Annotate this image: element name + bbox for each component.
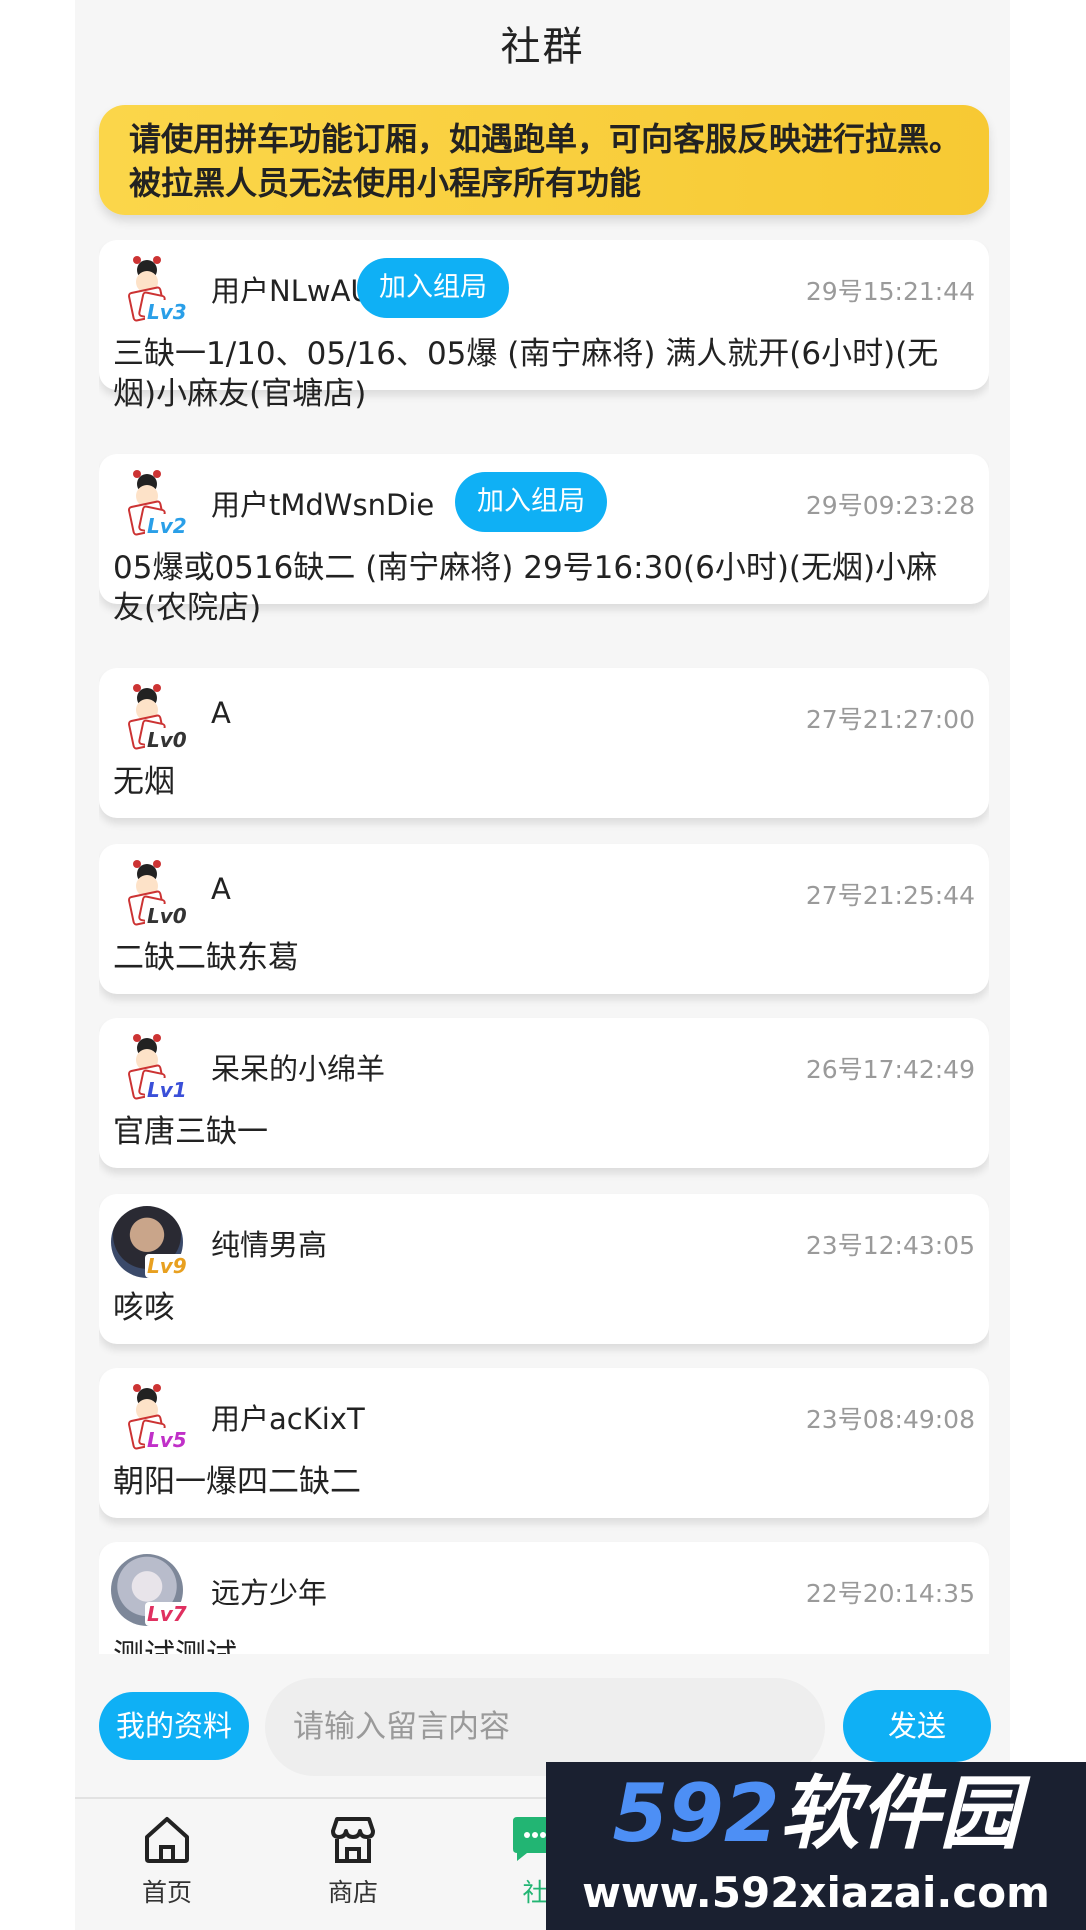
post-content: 测试测试 (113, 1636, 949, 1654)
post-time: 22号20:14:35 (805, 1579, 975, 1608)
page-title: 社群 (500, 24, 585, 70)
post-content: 无烟 (113, 764, 175, 800)
avatar[interactable]: Lv0 (111, 856, 189, 928)
post-card[interactable]: Lv7 远方少年 22号20:14:35 测试测试 (99, 1542, 989, 1654)
tab-shop-label: 商店 (327, 1878, 378, 1907)
post-time: 23号12:43:05 (805, 1231, 975, 1260)
post-time: 29号15:21:44 (805, 277, 975, 306)
post-time: 27号21:25:44 (805, 881, 975, 910)
avatar[interactable]: Lv9 (111, 1206, 189, 1278)
tab-home[interactable]: 首页 (107, 1811, 227, 1921)
tab-home-label: 首页 (141, 1878, 192, 1907)
post-card[interactable]: Lv9 纯情男高 23号12:43:05 咳咳 (99, 1194, 989, 1344)
username: A (211, 696, 231, 730)
username: 呆呆的小绵羊 (211, 1052, 386, 1086)
shop-icon (331, 1817, 375, 1863)
avatar[interactable]: Lv5 (111, 1380, 189, 1452)
username: 用户acKixT (211, 1402, 365, 1436)
post-content: 二缺二缺东葛 (113, 940, 299, 976)
level-badge: Lv0 (145, 728, 189, 752)
avatar[interactable]: Lv7 (111, 1554, 189, 1626)
username: A (211, 872, 231, 906)
home-icon (145, 1817, 189, 1863)
my-profile-button[interactable]: 我的资料 (99, 1692, 249, 1760)
notice-banner: 请使用拼车功能订厢，如遇跑单，可向客服反映进行拉黑。被拉黑人员无法使用小程序所有… (99, 105, 989, 215)
post-card[interactable]: Lv0 A 27号21:27:00 无烟 (99, 668, 989, 818)
post-time: 23号08:49:08 (805, 1405, 975, 1434)
tab-shop[interactable]: 商店 (293, 1811, 413, 1921)
watermark-number: 592 (612, 1767, 780, 1860)
post-content: 朝阳一爆四二缺二 (113, 1464, 361, 1500)
watermark-url: www.592xiazai.com (582, 1868, 1050, 1917)
join-group-button[interactable]: 加入组局 (455, 472, 607, 532)
post-content: 三缺一1/10、05/16、05爆 (南宁麻将) 满人就开(6小时)(无烟)小麻… (113, 336, 939, 412)
avatar[interactable]: Lv0 (111, 680, 189, 752)
post-card[interactable]: Lv0 A 27号21:25:44 二缺二缺东葛 (99, 844, 989, 994)
post-time: 27号21:27:00 (805, 705, 975, 734)
post-list[interactable]: Lv3 用户NLwAUo 加入组局 29号15:21:44 三缺一1/10、05… (99, 240, 989, 1654)
join-group-button[interactable]: 加入组局 (357, 258, 509, 318)
post-card[interactable]: Lv5 用户acKixT 23号08:49:08 朝阳一爆四二缺二 (99, 1368, 989, 1518)
avatar[interactable]: Lv3 (111, 252, 189, 324)
post-card[interactable]: Lv1 呆呆的小绵羊 26号17:42:49 官唐三缺一 (99, 1018, 989, 1168)
app-frame: 社群 请使用拼车功能订厢，如遇跑单，可向客服反映进行拉黑。被拉黑人员无法使用小程… (75, 0, 1010, 1930)
watermark-brand: 软件园 (779, 1767, 1020, 1860)
watermark-logo: 592软件园 www.592xiazai.com (546, 1762, 1086, 1930)
username: 用户tMdWsnDie (211, 488, 435, 522)
post-content: 咳咳 (113, 1290, 175, 1326)
level-badge: Lv1 (145, 1078, 189, 1102)
username: 纯情男高 (211, 1228, 328, 1262)
avatar[interactable]: Lv1 (111, 1030, 189, 1102)
post-card[interactable]: Lv3 用户NLwAUo 加入组局 29号15:21:44 三缺一1/10、05… (99, 240, 989, 412)
post-time: 29号09:23:28 (805, 491, 975, 520)
level-badge: Lv0 (145, 904, 189, 928)
level-badge: Lv9 (145, 1254, 189, 1278)
post-content: 官唐三缺一 (113, 1114, 268, 1150)
level-badge: Lv7 (145, 1602, 189, 1626)
post-content: 05爆或0516缺二 (南宁麻将) 29号16:30(6小时)(无烟)小麻友(农… (113, 550, 938, 626)
post-card[interactable]: Lv2 用户tMdWsnDie 加入组局 29号09:23:28 05爆或051… (99, 454, 989, 626)
send-button[interactable]: 发送 (843, 1690, 991, 1762)
username: 远方少年 (211, 1576, 328, 1610)
avatar[interactable]: Lv2 (111, 466, 189, 538)
post-time: 26号17:42:49 (805, 1055, 975, 1084)
level-badge: Lv2 (145, 514, 189, 538)
level-badge: Lv5 (145, 1428, 189, 1452)
level-badge: Lv3 (145, 300, 189, 324)
